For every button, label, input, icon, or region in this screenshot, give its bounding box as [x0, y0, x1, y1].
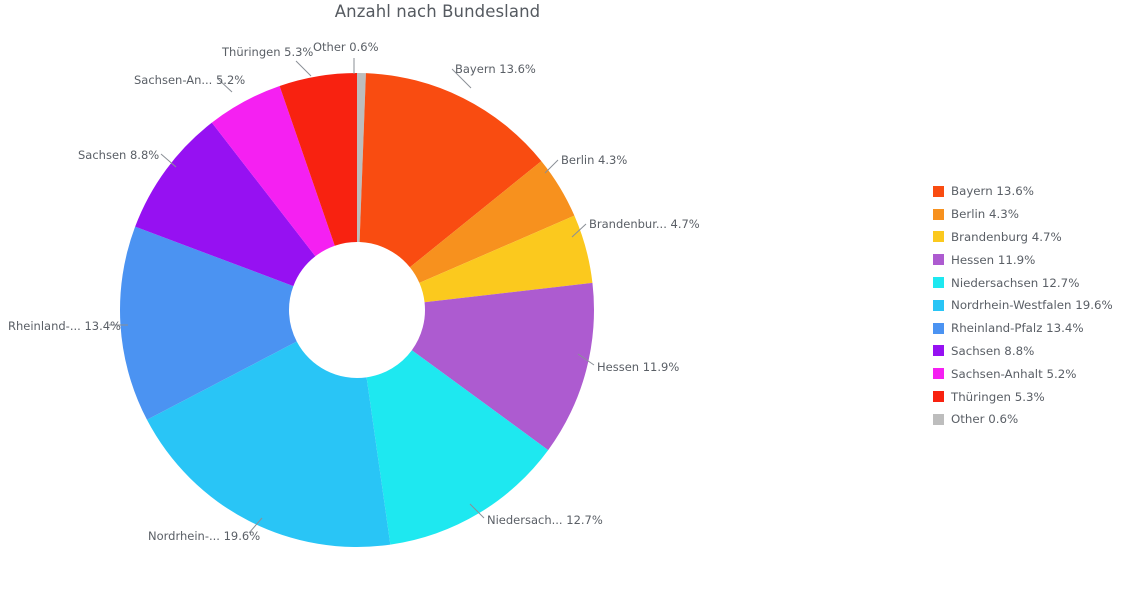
legend-item[interactable]: Berlin 4.3%	[933, 203, 1123, 226]
legend-item-label: Brandenburg 4.7%	[951, 229, 1062, 244]
legend-swatch-icon	[933, 368, 944, 380]
pie-chart-container: Anzahl nach Bundesland Other 0.6% Bayern …	[0, 0, 1129, 590]
legend-item-label: Rheinland-Pfalz 13.4%	[951, 321, 1084, 336]
legend-swatch-icon	[933, 277, 944, 289]
legend-swatch-icon	[933, 208, 944, 220]
legend-item-label: Thüringen 5.3%	[951, 389, 1045, 404]
leader-line	[544, 159, 559, 174]
slice-label: Other 0.6%	[313, 40, 379, 54]
slice-label: Brandenbur... 4.7%	[589, 217, 700, 231]
slice-label: Rheinland-... 13.4%	[8, 319, 121, 333]
slice-label: Thüringen 5.3%	[221, 45, 313, 59]
chart-legend: Bayern 13.6% Berlin 4.3% Brandenburg 4.7% H…	[933, 180, 1123, 431]
legend-item[interactable]: Sachsen-Anhalt 5.2%	[933, 362, 1123, 385]
legend-item-label: Niedersachsen 12.7%	[951, 275, 1080, 290]
legend-item-label: Other 0.6%	[951, 412, 1019, 427]
legend-swatch-icon	[933, 322, 944, 334]
legend-item-label: Bayern 13.6%	[951, 184, 1034, 199]
legend-swatch-icon	[933, 391, 944, 403]
legend-swatch-icon	[933, 413, 944, 425]
slice-label: Nordrhein-... 19.6%	[148, 529, 260, 543]
legend-item[interactable]: Brandenburg 4.7%	[933, 226, 1123, 249]
legend-item[interactable]: Nordrhein-Westfalen 19.6%	[933, 294, 1123, 317]
legend-swatch-icon	[933, 231, 944, 243]
legend-swatch-icon	[933, 185, 944, 197]
slice-label: Hessen 11.9%	[597, 360, 679, 374]
slice-label: Niedersach... 12.7%	[487, 513, 603, 527]
legend-item[interactable]: Sachsen 8.8%	[933, 340, 1123, 363]
slice-label: Sachsen-An... 5.2%	[134, 73, 245, 87]
legend-item[interactable]: Other 0.6%	[933, 408, 1123, 431]
legend-item-label: Hessen 11.9%	[951, 252, 1036, 267]
slice-label: Sachsen 8.8%	[78, 148, 159, 162]
legend-item-label: Sachsen-Anhalt 5.2%	[951, 366, 1077, 381]
slice-label: Berlin 4.3%	[561, 153, 627, 167]
legend-item-label: Nordrhein-Westfalen 19.6%	[951, 298, 1113, 313]
legend-item-label: Sachsen 8.8%	[951, 343, 1035, 358]
donut-chart-canvas: Other 0.6% Bayern 13.6% Berlin 4.3% Branden…	[8, 40, 700, 547]
legend-swatch-icon	[933, 299, 944, 311]
slice-label: Bayern 13.6%	[455, 62, 536, 76]
legend-swatch-icon	[933, 254, 944, 266]
legend-swatch-icon	[933, 345, 944, 357]
legend-item[interactable]: Hessen 11.9%	[933, 248, 1123, 271]
legend-item[interactable]: Rheinland-Pfalz 13.4%	[933, 317, 1123, 340]
legend-item[interactable]: Niedersachsen 12.7%	[933, 271, 1123, 294]
legend-item[interactable]: Thüringen 5.3%	[933, 385, 1123, 408]
donut-slices-group	[120, 73, 594, 547]
leader-line	[295, 60, 312, 77]
legend-item[interactable]: Bayern 13.6%	[933, 180, 1123, 203]
legend-item-label: Berlin 4.3%	[951, 207, 1019, 222]
